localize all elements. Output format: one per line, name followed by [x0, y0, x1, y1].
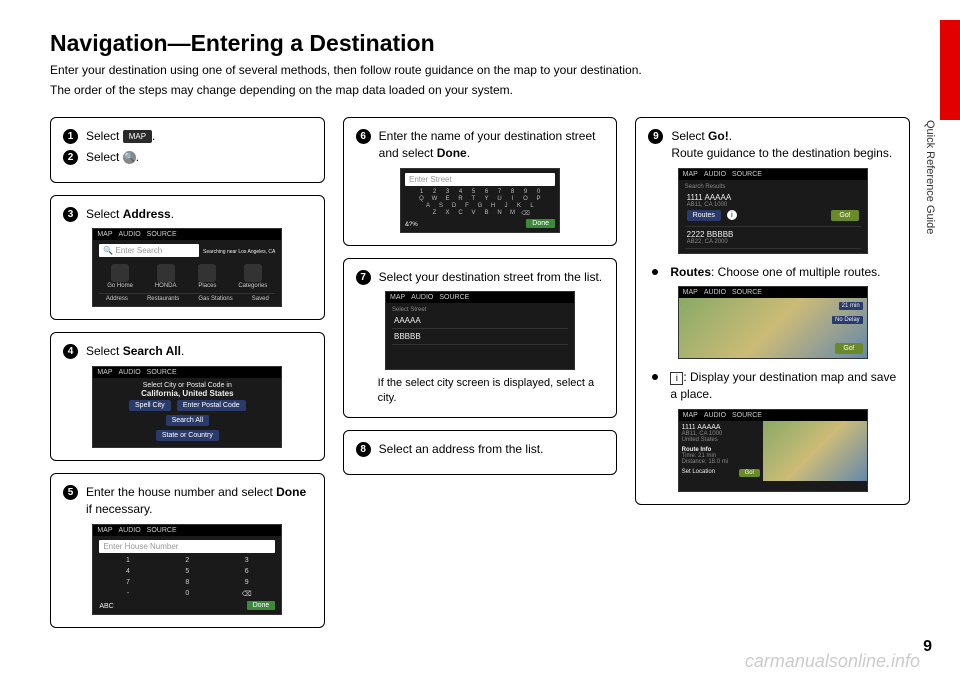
- search-icon: 🔍: [123, 151, 136, 164]
- side-label: Quick Reference Guide: [924, 120, 936, 234]
- page-number: 9: [923, 638, 932, 656]
- bullet-info: i: Display your destination map and save…: [648, 369, 897, 403]
- step-5-text: Enter the house number and select Done i…: [86, 484, 312, 518]
- column-1: 1 Select MAP. 2 Select 🔍. 3 Select Ad: [50, 117, 325, 628]
- step-5: 5 Enter the house number and select Done…: [63, 484, 312, 518]
- step-5-bullet: 5: [63, 485, 78, 500]
- step-9-bullet: 9: [648, 129, 663, 144]
- intro-line-2: The order of the steps may change depend…: [50, 81, 910, 99]
- screen-search-results: MAPAUDIOSOURCE Search Results 1111 AAAAA…: [678, 168, 868, 254]
- step-7-note: If the select city screen is displayed, …: [356, 376, 605, 405]
- screen-routes-map: MAPAUDIOSOURCE 21 min No Delay Go!: [678, 286, 868, 359]
- screen-select-street: MAPAUDIOSOURCE Select Street AAAAA BBBBB: [385, 291, 575, 370]
- step-2: 2 Select 🔍.: [63, 149, 312, 166]
- step-7-bullet: 7: [356, 270, 371, 285]
- step-3: 3 Select Address.: [63, 206, 312, 223]
- box-step-3: 3 Select Address. MAPAUDIOSOURCE 🔍 Enter…: [50, 195, 325, 321]
- search-input: 🔍 Enter Search: [99, 244, 199, 257]
- section-tab: [940, 20, 960, 120]
- step-4-text: Select Search All.: [86, 343, 184, 360]
- screen-destination-map: MAPAUDIOSOURCE 1111 AAAAA AB11, CA 1000 …: [678, 409, 868, 492]
- page-title: Navigation—Entering a Destination: [50, 30, 910, 57]
- step-7: 7 Select your destination street from th…: [356, 269, 605, 286]
- step-6: 6 Enter the name of your destination str…: [356, 128, 605, 162]
- step-8-bullet: 8: [356, 442, 371, 457]
- column-3: 9 Select Go!. Route guidance to the dest…: [635, 117, 910, 628]
- watermark: carmanualsonline.info: [745, 651, 920, 672]
- step-3-bullet: 3: [63, 207, 78, 222]
- step-4-bullet: 4: [63, 344, 78, 359]
- step-6-text: Enter the name of your destination stree…: [379, 128, 605, 162]
- step-4: 4 Select Search All.: [63, 343, 312, 360]
- step-8: 8 Select an address from the list.: [356, 441, 605, 458]
- box-step-6: 6 Enter the name of your destination str…: [343, 117, 618, 246]
- step-9-text: Select Go!. Route guidance to the destin…: [671, 128, 892, 162]
- bullet-routes: Routes: Choose one of multiple routes.: [648, 264, 897, 281]
- intro-line-1: Enter your destination using one of seve…: [50, 61, 910, 79]
- step-3-text: Select Address.: [86, 206, 174, 223]
- box-step-7: 7 Select your destination street from th…: [343, 258, 618, 418]
- step-8-text: Select an address from the list.: [379, 441, 544, 458]
- step-1-text: Select MAP.: [86, 128, 155, 145]
- mini-map: [763, 421, 866, 481]
- box-step-9: 9 Select Go!. Route guidance to the dest…: [635, 117, 910, 505]
- screen-address-menu: MAPAUDIOSOURCE 🔍 Enter Search Searching …: [92, 228, 282, 307]
- map-chip-icon: MAP: [123, 130, 152, 143]
- box-step-4: 4 Select Search All. MAPAUDIOSOURCE Sele…: [50, 332, 325, 461]
- step-2-bullet: 2: [63, 150, 78, 165]
- box-steps-1-2: 1 Select MAP. 2 Select 🔍.: [50, 117, 325, 183]
- box-step-5: 5 Enter the house number and select Done…: [50, 473, 325, 628]
- screen-house-number: MAPAUDIOSOURCE Enter House Number 123 45…: [92, 524, 282, 615]
- box-step-8: 8 Select an address from the list.: [343, 430, 618, 475]
- step-1-bullet: 1: [63, 129, 78, 144]
- info-icon: i: [670, 372, 683, 385]
- step-1: 1 Select MAP.: [63, 128, 312, 145]
- step-2-text: Select 🔍.: [86, 149, 139, 166]
- screen-search-all: MAPAUDIOSOURCE Select City or Postal Cod…: [92, 366, 282, 448]
- step-6-bullet: 6: [356, 129, 371, 144]
- screen-enter-street: Enter Street 1234567890 QWERTYUIOP ASDFG…: [400, 168, 560, 233]
- columns: 1 Select MAP. 2 Select 🔍. 3 Select Ad: [50, 117, 910, 628]
- column-2: 6 Enter the name of your destination str…: [343, 117, 618, 628]
- step-7-text: Select your destination street from the …: [379, 269, 602, 286]
- bullet-dot-icon: [652, 374, 658, 380]
- step-9: 9 Select Go!. Route guidance to the dest…: [648, 128, 897, 162]
- bullet-dot-icon: [652, 269, 658, 275]
